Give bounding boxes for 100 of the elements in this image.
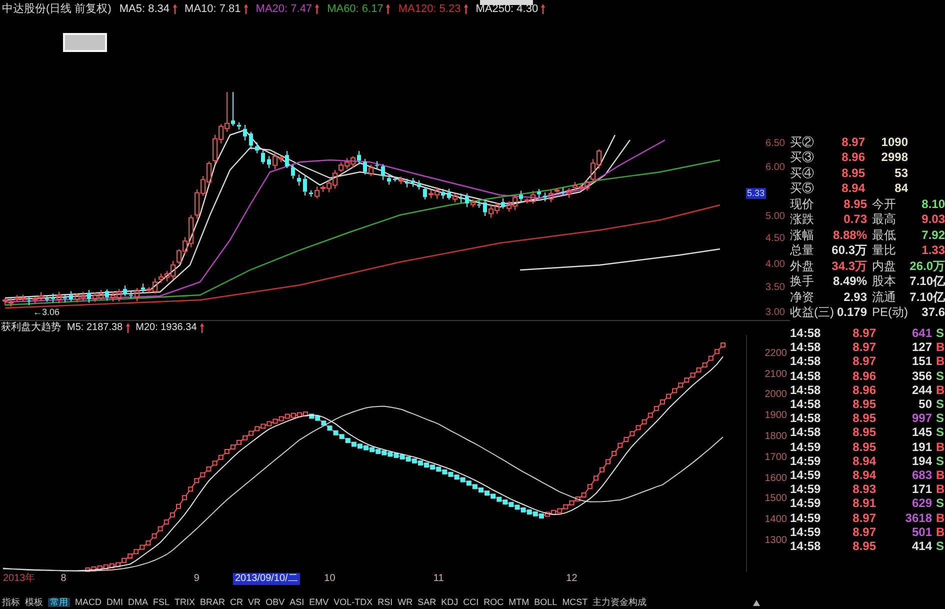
indicator-box-marker [606, 459, 611, 464]
header-strip [480, 0, 533, 5]
quote-value: 26.0万 [908, 260, 945, 272]
trade-price: 8.97 [852, 526, 876, 538]
axis-label: 2000 [764, 390, 787, 400]
indicator-tab[interactable]: FSL [153, 598, 170, 607]
trade-volume: 356 [910, 370, 932, 382]
indicator-tab[interactable]: CR [230, 598, 244, 607]
order-price: 8.94 [840, 182, 865, 194]
trade-price: 8.95 [852, 540, 876, 552]
quote-label: 净资 [790, 290, 814, 303]
trade-side: S [935, 398, 945, 410]
trade-price: 8.96 [852, 384, 876, 396]
indicator-tab[interactable]: BRAR [200, 598, 226, 607]
axis-label: 5.00 [766, 212, 785, 222]
indicator-tab[interactable]: DMA [128, 598, 148, 607]
order-volume: 53 [894, 166, 908, 179]
trade-volume: 151 [910, 355, 932, 368]
trade-volume: 244 [910, 384, 932, 396]
current-price-tag: 5.33 [746, 188, 766, 199]
indicator-tab[interactable]: VR [248, 598, 261, 607]
indicator-tab[interactable]: MTM [508, 598, 530, 607]
indicator-tab[interactable]: CCI [463, 598, 479, 607]
trade-volume: 191 [910, 440, 932, 453]
indicator-title: 获利盘大趋势 [1, 323, 61, 333]
indicator-tab[interactable]: 模板 [25, 598, 43, 607]
quote-label: 最高 [872, 213, 896, 226]
indicator-value: M5: 2187.38 [67, 323, 123, 333]
trade-price: 8.95 [852, 412, 876, 424]
trade-side: B [935, 341, 945, 354]
axis-label: 1500 [764, 494, 787, 504]
indicator-tab[interactable]: RSI [378, 598, 393, 607]
quote-label: 现价 [790, 198, 814, 210]
trade-volume: 501 [910, 526, 932, 538]
order-level-label: 买④ [790, 166, 815, 179]
moving-average-value: MA60: 6.17 [327, 4, 384, 14]
indicator-box-marker [158, 526, 163, 532]
indicator-tab[interactable]: 指标 [2, 598, 20, 607]
trade-side: B [935, 512, 945, 524]
trade-price: 8.95 [852, 440, 876, 453]
quote-value: 37.6 [920, 306, 945, 318]
trade-price: 8.95 [852, 398, 876, 410]
indicator-tab[interactable]: OBV [266, 598, 285, 607]
indicator-tab[interactable]: ASI [290, 598, 304, 607]
trade-side: B [935, 526, 945, 538]
trade-time: 14:59 [790, 526, 822, 538]
trade-price: 8.97 [852, 341, 876, 354]
trade-side: B [935, 468, 945, 481]
indicator-tab[interactable]: MCST [562, 598, 588, 607]
indicator-box-marker [612, 450, 617, 456]
trade-time: 14:59 [790, 483, 822, 496]
order-level-label: 买③ [790, 151, 815, 164]
indicator-tab[interactable]: EMV [309, 598, 329, 607]
quote-label: 流通 [872, 290, 896, 303]
trade-volume: 683 [910, 468, 932, 481]
quote-label: 外盘 [790, 260, 814, 272]
indicator-tab[interactable]: BOLL [534, 598, 558, 607]
trade-time: 14:58 [790, 426, 822, 438]
trade-time: 14:59 [790, 512, 822, 524]
indicator-tab[interactable]: 常用 [48, 598, 70, 607]
indicator-tab[interactable]: 主力资金构成 [592, 598, 647, 607]
order-price: 8.95 [840, 166, 865, 179]
indicator-box-marker [720, 342, 726, 348]
indicator-tab[interactable]: TRIX [174, 598, 196, 607]
indicator-tab[interactable]: KDJ [441, 598, 458, 607]
trade-side: S [935, 426, 945, 438]
quote-value: 60.3万 [830, 244, 867, 256]
trade-volume: 3618 [904, 512, 932, 524]
trade-volume: 127 [910, 341, 932, 354]
trade-side: S [935, 454, 945, 467]
indicator-tab[interactable]: MACD [75, 598, 102, 607]
trade-volume: 194 [910, 454, 932, 467]
axis-label: 9 [194, 574, 200, 584]
trade-time: 14:58 [790, 384, 822, 396]
scroll-up-icon[interactable] [753, 600, 760, 606]
trade-side: S [935, 370, 945, 382]
trade-time: 14:59 [790, 468, 822, 481]
trade-time: 14:58 [790, 327, 822, 340]
indicator-tab[interactable]: WR [398, 598, 413, 607]
quote-label: 换手 [790, 275, 814, 288]
trade-volume: 145 [910, 426, 932, 438]
trade-price: 8.96 [852, 370, 876, 382]
axis-label: 1900 [764, 411, 787, 422]
axis-label: 1400 [764, 515, 787, 526]
quote-label: 收益(三) [790, 306, 834, 318]
axis-label: 1600 [764, 474, 787, 484]
quote-label: 股本 [872, 275, 896, 288]
moving-average-value: MA20: 7.47 [256, 4, 312, 14]
indicator-tab[interactable]: ROC [484, 598, 504, 607]
trade-price: 8.94 [852, 468, 876, 481]
indicator-tab[interactable]: VOL-TDX [334, 598, 373, 607]
axis-label: 6.50 [766, 139, 785, 149]
axis-label: 3.50 [766, 283, 785, 293]
indicator-tab[interactable]: SAR [418, 598, 436, 607]
quote-label: 内盘 [872, 260, 896, 272]
axis-label: 10 [324, 574, 336, 584]
trade-price: 8.95 [852, 426, 876, 438]
quote-value: 8.95 [842, 198, 867, 210]
quote-value: 1.33 [920, 244, 945, 256]
indicator-tab[interactable]: DMI [106, 598, 123, 607]
